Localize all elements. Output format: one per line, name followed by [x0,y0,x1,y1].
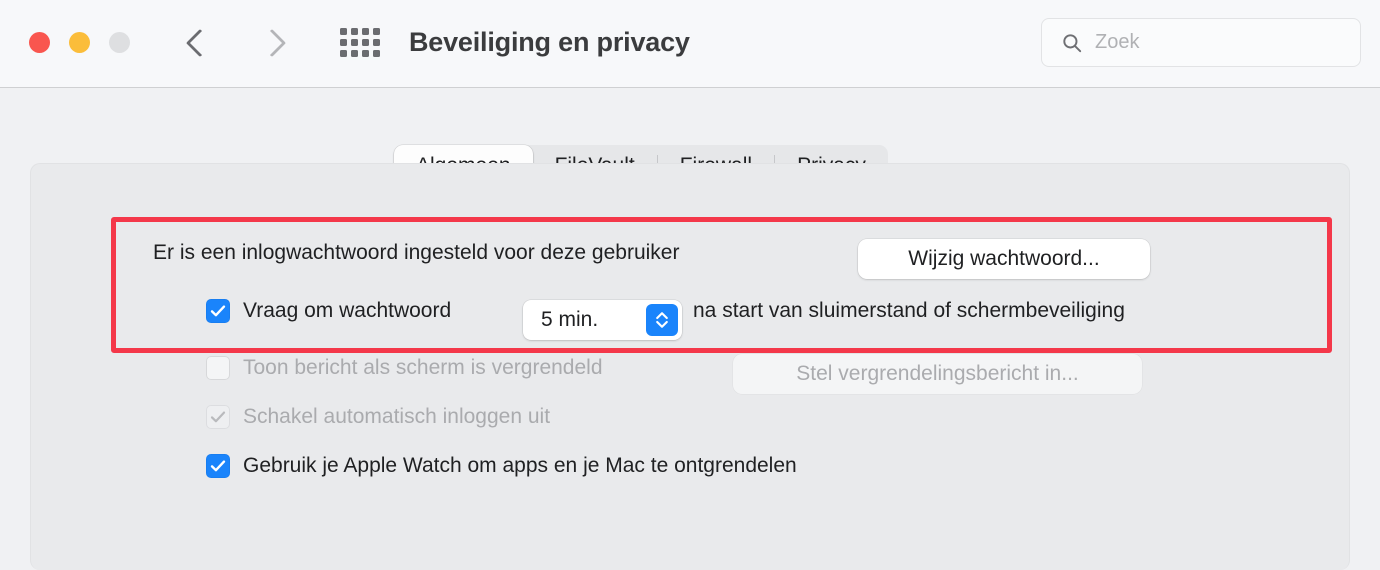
search-input-placeholder[interactable]: Zoek [1095,31,1139,54]
apple-watch-label: Gebruik je Apple Watch om apps en je Mac… [243,454,797,477]
minimize-button[interactable] [69,32,90,53]
settings-panel: Er is een inlogwachtwoord ingesteld voor… [30,163,1350,570]
grid-dot [373,50,380,57]
require-password-checkbox[interactable] [206,299,230,323]
disable-auto-login-checkbox [206,405,230,429]
checkmark-icon [210,460,226,472]
grid-dot [351,50,358,57]
search-icon [1063,33,1082,52]
grid-dot [351,39,358,46]
grid-dot [373,28,380,35]
require-password-row: Vraag om wachtwoord [206,299,451,323]
grid-dot [373,39,380,46]
grid-dot [340,39,347,46]
stepper-chevrons-icon[interactable] [646,304,678,336]
set-lock-message-button: Stel vergrendelingsbericht in... [733,354,1142,394]
traffic-light-buttons [29,32,130,53]
forward-chevron-icon [258,22,284,64]
zoom-button[interactable] [109,32,130,53]
change-password-button[interactable]: Wijzig wachtwoord... [858,239,1150,279]
apple-watch-checkbox[interactable] [206,454,230,478]
grid-dot [351,28,358,35]
search-field[interactable]: Zoek [1041,18,1361,67]
up-down-chevron-icon [656,312,668,328]
grid-dot [362,39,369,46]
apple-watch-row: Gebruik je Apple Watch om apps en je Mac… [206,454,797,478]
delay-value: 5 min. [541,308,599,331]
lock-message-row: Toon bericht als scherm is vergrendeld [206,356,603,380]
page-title: Beveiliging en privacy [409,27,690,57]
lock-message-checkbox [206,356,230,380]
require-password-label: Vraag om wachtwoord [243,299,452,322]
password-status-row: Er is een inlogwachtwoord ingesteld voor… [153,241,679,265]
disable-auto-login-row: Schakel automatisch inloggen uit [206,405,550,429]
system-preferences-window: Beveiliging en privacy Zoek Algemeen Fil… [0,0,1380,570]
grid-dot [340,28,347,35]
checkmark-icon [210,305,226,317]
lock-message-label: Toon bericht als scherm is vergrendeld [243,356,603,379]
window-toolbar: Beveiliging en privacy Zoek [0,0,1380,88]
disable-auto-login-label: Schakel automatisch inloggen uit [243,405,551,428]
checkmark-icon [210,411,226,423]
grid-dot [362,28,369,35]
close-button[interactable] [29,32,50,53]
password-status-label: Er is een inlogwachtwoord ingesteld voor… [153,241,680,264]
show-all-grid-icon[interactable] [340,28,380,57]
require-password-suffix: na start van sluimerstand of schermbevei… [693,299,1125,322]
require-password-delay-popup[interactable]: 5 min. [523,300,682,340]
grid-dot [362,50,369,57]
back-chevron-icon[interactable] [186,22,212,64]
navigation-arrows [186,22,284,64]
require-password-suffix-row: na start van sluimerstand of schermbevei… [693,299,1125,323]
grid-dot [340,50,347,57]
